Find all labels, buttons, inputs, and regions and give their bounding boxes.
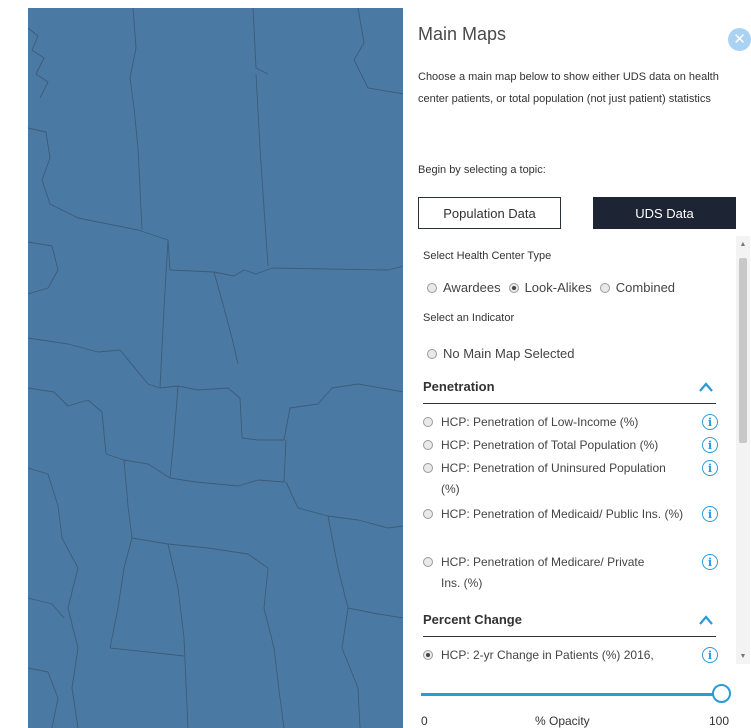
population-data-button[interactable]: Population Data bbox=[418, 197, 561, 229]
health-center-type-label: Select Health Center Type bbox=[423, 250, 552, 262]
chevron-up-icon[interactable] bbox=[696, 612, 716, 628]
panel-title: Main Maps bbox=[418, 24, 507, 44]
section-percent-change-title: Percent Change bbox=[423, 612, 522, 627]
info-icon[interactable]: i bbox=[702, 554, 718, 570]
radio-look-alikes[interactable] bbox=[508, 282, 519, 293]
indicator-item[interactable]: HCP: Penetration of Medicaid/ Public Ins… bbox=[423, 504, 718, 548]
radio-look-alikes-label[interactable]: Look-Alikes bbox=[525, 280, 592, 295]
indicator-radio[interactable] bbox=[423, 557, 433, 567]
indicator-label-text[interactable]: HCP: Penetration of Uninsured Population… bbox=[441, 458, 666, 500]
opacity-slider-track[interactable] bbox=[421, 693, 721, 696]
close-icon: ✕ bbox=[733, 31, 746, 48]
health-center-type-options: Awardees Look-Alikes Combined bbox=[427, 280, 683, 295]
section-percent-change[interactable]: Percent Change bbox=[423, 612, 716, 637]
indicator-list[interactable]: Select Health Center Type Awardees Look-… bbox=[403, 236, 751, 664]
indicator-label-text[interactable]: HCP: 2-yr Change in Patients (%) 2016, bbox=[441, 645, 686, 664]
indicator-label-text[interactable]: HCP: Penetration of Low-Income (%) bbox=[441, 412, 686, 433]
uds-data-button[interactable]: UDS Data bbox=[593, 197, 736, 229]
close-button[interactable]: ✕ bbox=[728, 28, 751, 51]
scroll-thumb[interactable] bbox=[739, 258, 747, 443]
indicator-radio[interactable] bbox=[423, 417, 433, 427]
radio-no-main-map[interactable] bbox=[427, 348, 437, 359]
opacity-min-label: 0 bbox=[421, 714, 428, 728]
indicator-radio[interactable] bbox=[423, 463, 433, 473]
section-penetration-title: Penetration bbox=[423, 379, 495, 394]
info-icon[interactable]: i bbox=[702, 460, 718, 476]
radio-combined-label[interactable]: Combined bbox=[616, 280, 675, 295]
opacity-max-label: 100 bbox=[709, 714, 730, 728]
info-icon[interactable]: i bbox=[702, 437, 718, 453]
indicator-label-text[interactable]: HCP: Penetration of Medicaid/ Public Ins… bbox=[441, 504, 686, 525]
opacity-control: 0 % Opacity 100 bbox=[403, 668, 751, 728]
indicator-scrollbar[interactable]: ▲ ▼ bbox=[736, 236, 750, 664]
indicator-label: Select an Indicator bbox=[423, 312, 515, 324]
county-boundaries bbox=[28, 8, 404, 728]
opacity-slider-thumb[interactable] bbox=[712, 684, 731, 703]
indicator-item[interactable]: HCP: Penetration of Medicare/ Private In… bbox=[423, 552, 718, 596]
indicator-item[interactable]: HCP: 2-yr Change in Patients (%) 2016, i bbox=[423, 645, 718, 664]
indicator-item[interactable]: HCP: Penetration of Total Population (%)… bbox=[423, 435, 718, 456]
main-maps-panel: Main Maps ✕ Choose a main map below to s… bbox=[403, 8, 751, 728]
indicator-item[interactable]: HCP: Penetration of Uninsured Population… bbox=[423, 458, 718, 502]
info-icon[interactable]: i bbox=[702, 414, 718, 430]
indicator-item[interactable]: HCP: Penetration of Low-Income (%) i bbox=[423, 412, 718, 433]
radio-awardees-label[interactable]: Awardees bbox=[443, 280, 501, 295]
scroll-up-arrow-icon[interactable]: ▲ bbox=[736, 238, 750, 250]
radio-awardees[interactable] bbox=[427, 282, 437, 293]
map-canvas[interactable] bbox=[28, 8, 404, 728]
indicator-label-text[interactable]: HCP: Penetration of Medicare/ Private In… bbox=[441, 552, 666, 594]
no-main-map-option[interactable]: No Main Map Selected bbox=[427, 346, 583, 361]
indicator-label-text[interactable]: HCP: Penetration of Total Population (%) bbox=[441, 435, 686, 456]
info-icon[interactable]: i bbox=[702, 506, 718, 522]
indicator-radio[interactable] bbox=[423, 509, 433, 519]
indicator-radio[interactable] bbox=[423, 440, 433, 450]
opacity-label: % Opacity bbox=[535, 714, 590, 728]
indicator-radio[interactable] bbox=[423, 650, 433, 660]
panel-intro-text: Choose a main map below to show either U… bbox=[418, 71, 719, 105]
radio-combined[interactable] bbox=[599, 282, 610, 293]
info-icon[interactable]: i bbox=[702, 647, 718, 663]
section-penetration[interactable]: Penetration bbox=[423, 379, 716, 404]
chevron-up-icon[interactable] bbox=[696, 379, 716, 395]
topic-prompt: Begin by selecting a topic: bbox=[418, 164, 546, 176]
radio-no-main-map-label[interactable]: No Main Map Selected bbox=[443, 346, 575, 361]
scroll-down-arrow-icon[interactable]: ▼ bbox=[736, 650, 750, 662]
